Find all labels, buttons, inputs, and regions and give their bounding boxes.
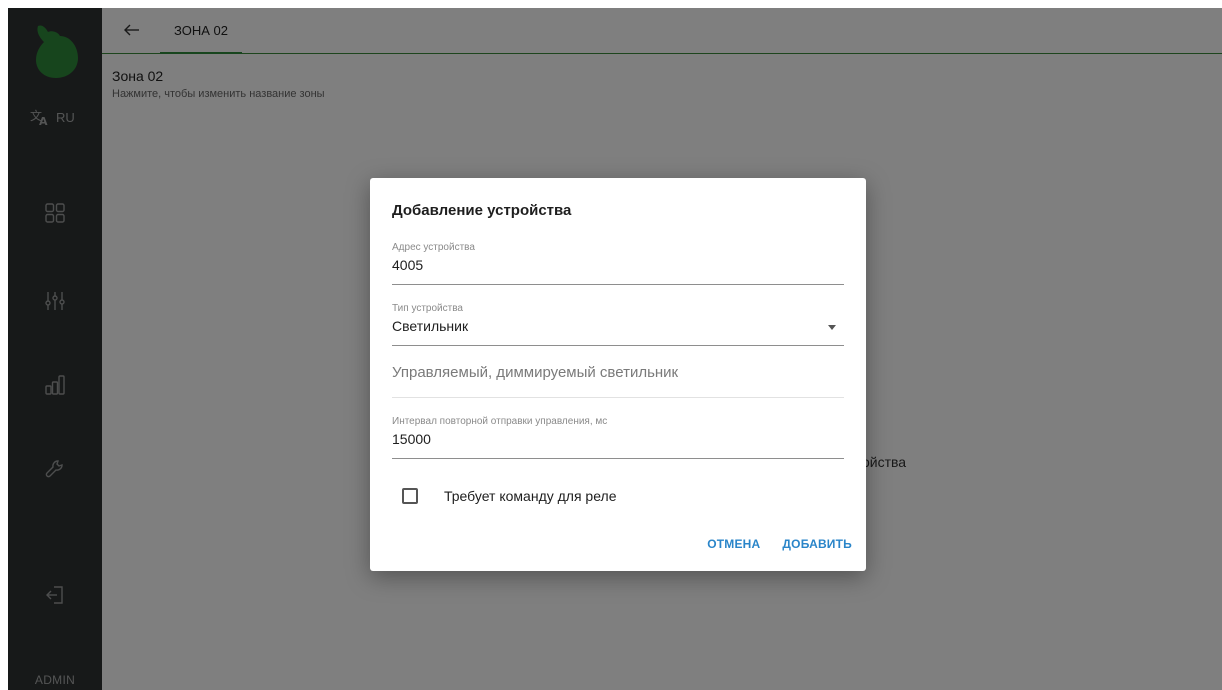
retry-interval-field[interactable]: Интервал повторной отправки управления, … <box>392 416 844 459</box>
dropdown-arrow-icon[interactable] <box>828 325 836 330</box>
relay-command-checkbox[interactable] <box>402 488 418 504</box>
app-window: 文 A RU <box>8 8 1222 690</box>
dialog-actions: ОТМЕНА ДОБАВИТЬ <box>707 537 852 551</box>
device-type-select[interactable]: Тип устройства Светильник <box>392 303 844 346</box>
relay-command-label[interactable]: Требует команду для реле <box>444 488 617 504</box>
cancel-button[interactable]: ОТМЕНА <box>707 537 760 551</box>
dialog-title: Добавление устройства <box>392 202 572 219</box>
device-description: Управляемый, диммируемый светильник <box>392 356 844 398</box>
device-type-label: Тип устройства <box>392 303 463 314</box>
device-type-value[interactable]: Светильник <box>392 318 844 334</box>
retry-interval-value[interactable]: 15000 <box>392 431 844 447</box>
retry-interval-label: Интервал повторной отправки управления, … <box>392 416 608 427</box>
device-address-value[interactable]: 4005 <box>392 257 844 273</box>
add-button[interactable]: ДОБАВИТЬ <box>782 537 852 551</box>
add-device-dialog: Добавление устройства Адрес устройства 4… <box>370 178 866 571</box>
relay-command-row[interactable]: Требует команду для реле <box>402 488 617 504</box>
device-address-label: Адрес устройства <box>392 242 475 253</box>
device-address-field[interactable]: Адрес устройства 4005 <box>392 242 844 285</box>
